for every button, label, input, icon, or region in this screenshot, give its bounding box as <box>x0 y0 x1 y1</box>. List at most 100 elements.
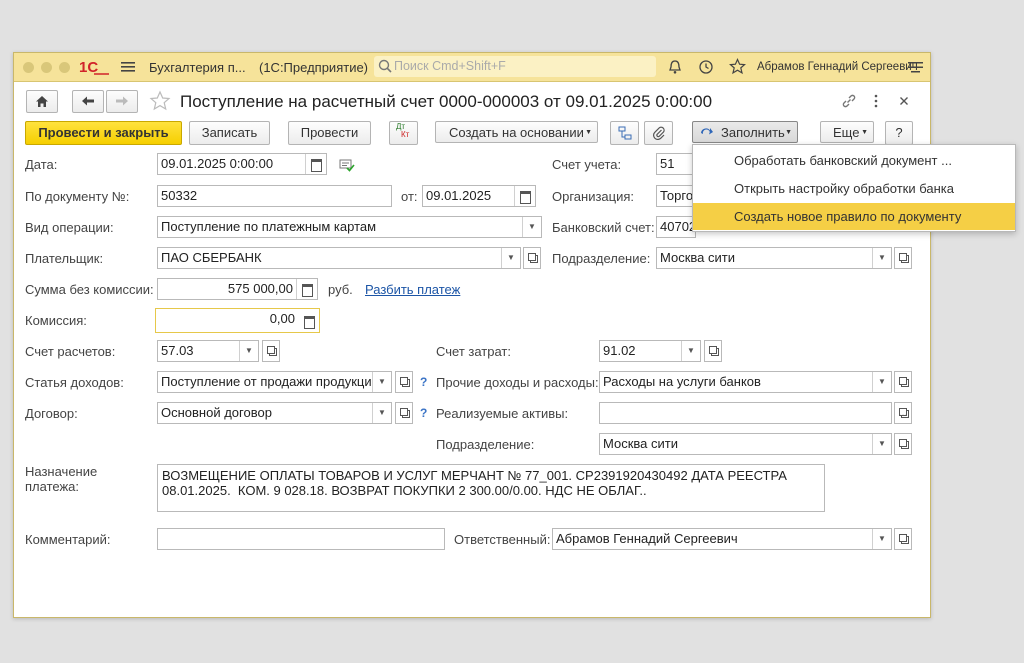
forward-button[interactable] <box>106 90 138 113</box>
commission-field[interactable]: 0,00 <box>155 308 320 333</box>
structure-button[interactable] <box>610 121 639 145</box>
svg-text:1С: 1С <box>79 59 98 75</box>
chevron-down-icon[interactable]: ▼ <box>872 529 891 549</box>
operation-type-field[interactable]: Поступление по платежным картам ▼ <box>157 216 542 238</box>
add-to-favorites-star-icon[interactable] <box>149 90 171 112</box>
cost-account-label: Счет затрат: <box>436 344 511 359</box>
from-date-label: от: <box>401 189 418 204</box>
responsible-open-button[interactable] <box>894 528 912 550</box>
menu-icon[interactable] <box>121 61 135 73</box>
chevron-down-icon[interactable]: ▼ <box>501 248 520 268</box>
bell-icon[interactable] <box>667 59 683 75</box>
more-actions-icon[interactable] <box>872 94 880 108</box>
settings-menu-icon[interactable] <box>908 61 923 74</box>
chevron-down-icon[interactable]: ▼ <box>681 341 700 361</box>
payer-label: Плательщик: <box>25 251 104 266</box>
contract-open-button[interactable] <box>395 402 413 424</box>
fill-dropdown-menu: Обработать банковский документ ... Откры… <box>692 144 1016 232</box>
calendar-icon[interactable] <box>305 154 326 174</box>
doc-number-field[interactable]: 50332 <box>157 185 392 207</box>
cost-account-field[interactable]: 91.02 ▼ <box>599 340 701 362</box>
more-button[interactable]: Еще ▼ <box>820 121 874 143</box>
close-icon[interactable] <box>899 96 909 106</box>
kt-label: Кт <box>401 130 410 139</box>
history-icon[interactable] <box>698 59 714 75</box>
other-income-expense-field[interactable]: Расходы на услуги банков ▼ <box>599 371 892 393</box>
favorites-star-icon[interactable] <box>729 58 746 75</box>
payer-field[interactable]: ПАО СБЕРБАНК ▼ <box>157 247 521 269</box>
post-and-close-button[interactable]: Провести и закрыть <box>25 121 182 145</box>
window-minimize-dot[interactable] <box>41 62 52 73</box>
save-button[interactable]: Записать <box>189 121 270 145</box>
chevron-down-icon: ▼ <box>785 129 792 136</box>
chevron-down-icon[interactable]: ▼ <box>872 248 891 268</box>
dt-kt-button[interactable]: Дт Кт <box>389 121 418 145</box>
calculator-icon[interactable] <box>296 279 317 299</box>
calculator-icon[interactable] <box>299 311 319 331</box>
structure-icon <box>618 126 631 140</box>
comment-field[interactable] <box>157 528 445 550</box>
bank-account-field[interactable]: 40702 <box>656 216 696 238</box>
organization-label: Организация: <box>552 189 635 204</box>
home-icon <box>36 96 48 107</box>
date-label: Дата: <box>25 157 58 172</box>
fill-arrow-icon <box>701 128 713 135</box>
income-item-open-button[interactable] <box>395 371 413 393</box>
fill-label: Заполнить <box>721 125 785 140</box>
settlement-account-open-button[interactable] <box>262 340 280 362</box>
income-item-label: Статья доходов: <box>25 375 124 390</box>
chevron-down-icon: ▼ <box>585 129 592 136</box>
menu-item-open-bank-settings[interactable]: Открыть настройку обработки банка <box>693 175 1015 202</box>
window-zoom-dot[interactable] <box>59 62 70 73</box>
division2-field[interactable]: Москва сити ▼ <box>599 433 892 455</box>
chevron-down-icon[interactable]: ▼ <box>872 434 891 454</box>
chevron-down-icon[interactable]: ▼ <box>372 403 391 423</box>
purpose-label-line2: платежа: <box>25 479 79 494</box>
post-button[interactable]: Провести <box>288 121 371 145</box>
cost-account-open-button[interactable] <box>704 340 722 362</box>
sold-assets-select-button[interactable]: ... <box>894 402 912 424</box>
attachments-button[interactable] <box>644 121 673 145</box>
numbering-settings-icon[interactable] <box>339 159 355 172</box>
chevron-down-icon[interactable]: ▼ <box>522 217 541 237</box>
income-item-value: Поступление от продажи продукции <box>161 374 379 389</box>
chevron-down-icon[interactable]: ▼ <box>372 372 391 392</box>
other-income-expense-open-button[interactable] <box>894 371 912 393</box>
window-close-dot[interactable] <box>23 62 34 73</box>
back-button[interactable] <box>72 90 104 113</box>
account-field[interactable]: 51 <box>656 153 696 175</box>
income-item-field[interactable]: Поступление от продажи продукции ▼ <box>157 371 392 393</box>
calendar-icon[interactable] <box>514 186 535 206</box>
menu-item-process-bank-document[interactable]: Обработать банковский документ ... <box>693 147 1015 174</box>
current-user[interactable]: Абрамов Геннадий Сергеевич <box>757 61 918 73</box>
help-button[interactable]: ? <box>885 121 913 145</box>
chevron-down-icon[interactable]: ▼ <box>872 372 891 392</box>
income-help-icon[interactable]: ? <box>420 375 427 389</box>
sum-field[interactable]: 575 000,00 <box>157 278 318 300</box>
date-field[interactable]: 09.01.2025 0:00:00 <box>157 153 327 175</box>
contract-field[interactable]: Основной договор ▼ <box>157 402 392 424</box>
chevron-down-icon[interactable]: ▼ <box>239 341 258 361</box>
link-icon[interactable] <box>841 93 857 109</box>
contract-value: Основной договор <box>161 405 272 420</box>
division2-open-button[interactable] <box>894 433 912 455</box>
contract-help-icon[interactable]: ? <box>420 406 427 420</box>
sold-assets-label: Реализуемые активы: <box>436 406 569 421</box>
division-open-button[interactable] <box>894 247 912 269</box>
from-date-field[interactable]: 09.01.2025 <box>422 185 536 207</box>
split-payment-link[interactable]: Разбить платеж <box>365 282 460 297</box>
settlement-account-field[interactable]: 57.03 ▼ <box>157 340 259 362</box>
payment-purpose-textarea[interactable]: ВОЗМЕЩЕНИЕ ОПЛАТЫ ТОВАРОВ И УСЛУГ МЕРЧАН… <box>157 464 825 512</box>
division-field[interactable]: Москва сити ▼ <box>656 247 892 269</box>
menu-item-create-rule[interactable]: Создать новое правило по документу <box>693 203 1015 230</box>
home-button[interactable] <box>26 90 58 113</box>
responsible-field[interactable]: Абрамов Геннадий Сергеевич ▼ <box>552 528 892 550</box>
sold-assets-field[interactable] <box>599 402 892 424</box>
payer-open-button[interactable] <box>523 247 541 269</box>
fill-button[interactable]: Заполнить ▼ <box>692 121 798 143</box>
global-search[interactable]: Поиск Cmd+Shift+F <box>374 56 656 77</box>
organization-field[interactable]: Торго <box>656 185 696 207</box>
create-based-on-button[interactable]: Создать на основании ▼ <box>435 121 598 143</box>
sum-label: Сумма без комиссии: <box>25 282 154 297</box>
account-label: Счет учета: <box>552 157 622 172</box>
